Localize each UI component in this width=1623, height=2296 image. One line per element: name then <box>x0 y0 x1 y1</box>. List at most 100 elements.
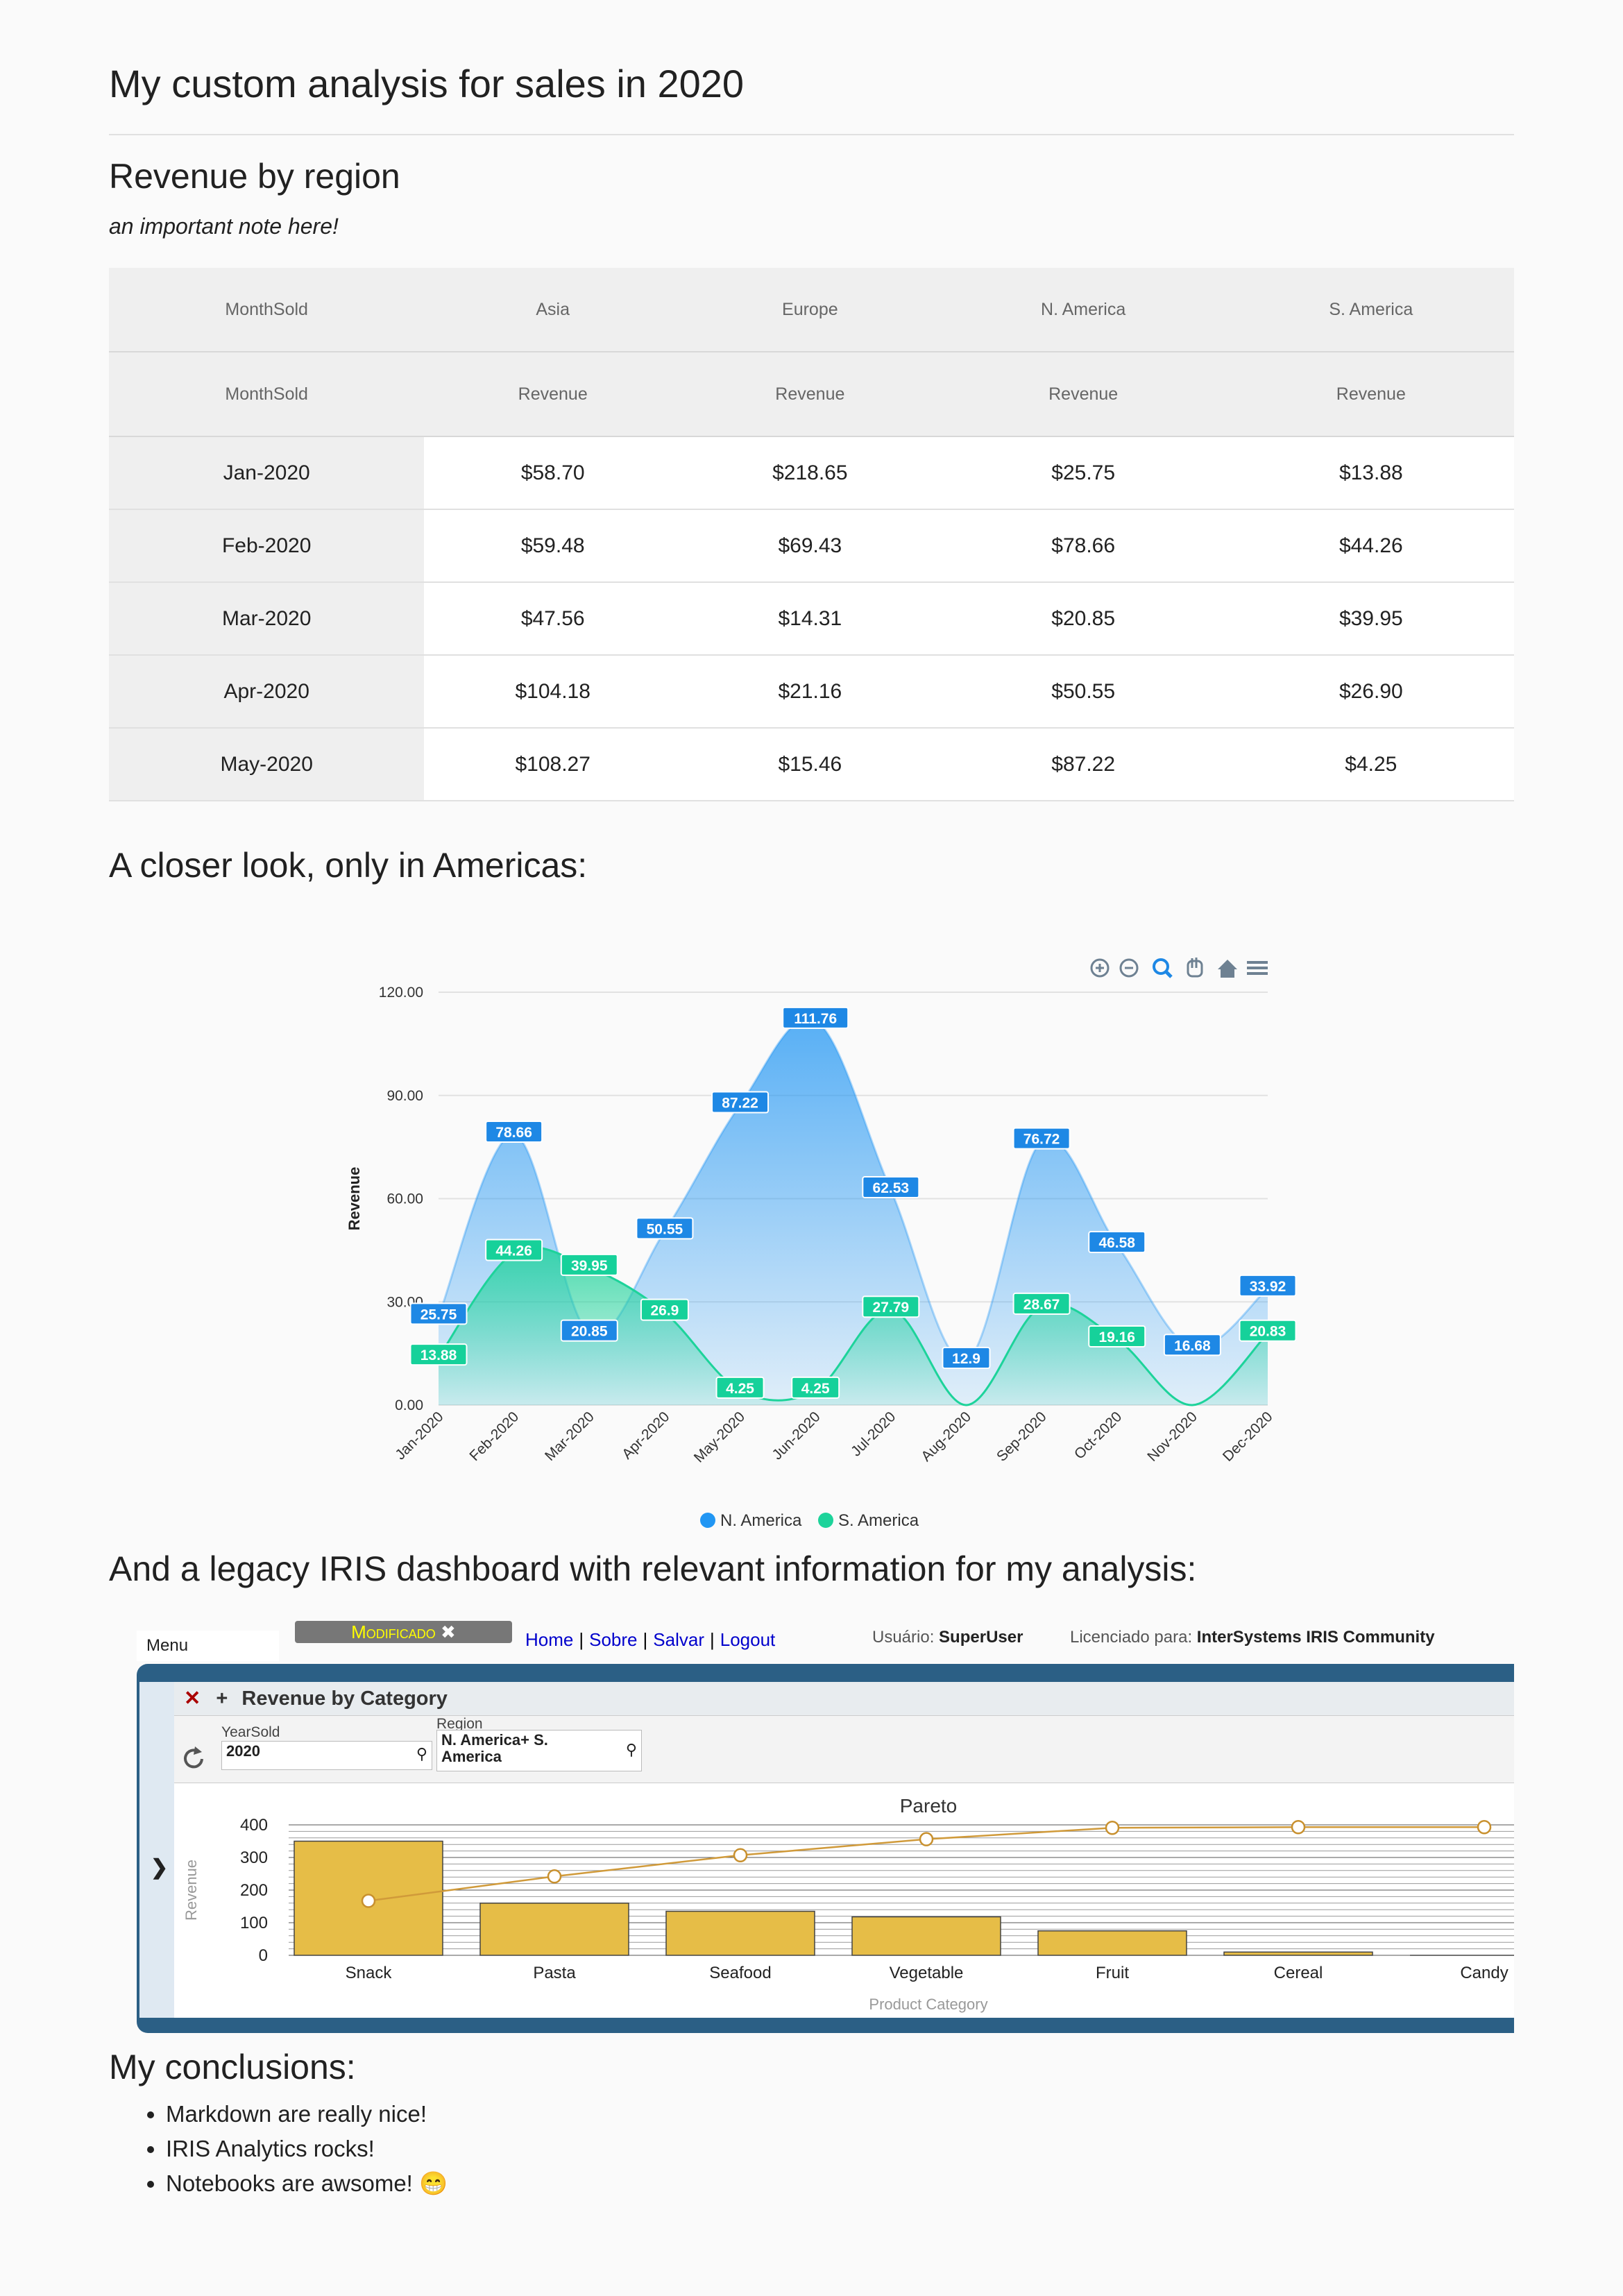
modified-badge[interactable]: Modificado ✖ <box>295 1621 512 1643</box>
table-cell: $39.95 <box>1227 582 1514 656</box>
section-heading-revenue: Revenue by region <box>109 157 400 196</box>
legend-marker <box>700 1513 715 1528</box>
cumulative-point <box>1105 1820 1120 1835</box>
table-cell: $44.26 <box>1227 509 1514 583</box>
data-label: 50.55 <box>647 1221 683 1237</box>
row-header-cell: Apr-2020 <box>109 655 425 729</box>
yearsold-filter[interactable]: 2020 ⚲ <box>221 1741 432 1770</box>
table-row: Apr-2020 $104.18 $21.16 $50.55 $26.90 <box>109 655 1514 729</box>
zoom-in-icon[interactable] <box>1090 958 1110 978</box>
table-cell: $4.25 <box>1227 728 1514 801</box>
data-label: 25.75 <box>420 1307 457 1323</box>
link-salvar[interactable]: Salvar <box>653 1629 704 1650</box>
link-home[interactable]: Home <box>525 1629 573 1650</box>
region-value: N. America+ S. America <box>441 1731 548 1765</box>
table-cell: $14.31 <box>681 582 939 656</box>
menu-button[interactable]: Menu <box>137 1631 279 1661</box>
data-label: 19.16 <box>1098 1329 1135 1345</box>
row-header-cell: May-2020 <box>109 728 425 801</box>
section-heading-americas: A closer look, only in Americas: <box>109 846 588 885</box>
column-header: Revenue <box>681 352 939 437</box>
widget-header: ✕ + Revenue by Category <box>174 1682 1514 1716</box>
modified-label: Modificado <box>351 1622 436 1642</box>
y-tick-label: 400 <box>240 1816 268 1835</box>
table-cell: $26.90 <box>1227 655 1514 729</box>
yearsold-value: 2020 <box>226 1742 260 1760</box>
table-cell: $69.43 <box>681 509 939 583</box>
license-label: Licenciado para: <box>1070 1628 1193 1647</box>
x-tick-label: Candy <box>1460 1964 1508 1982</box>
bar <box>1037 1930 1187 1956</box>
icon-shape <box>1218 960 1237 978</box>
zoom-out-icon[interactable] <box>1119 958 1139 978</box>
bar <box>1223 1951 1373 1956</box>
plus-icon[interactable]: + <box>216 1687 228 1710</box>
icon-shape <box>1164 970 1173 978</box>
data-label: 4.25 <box>726 1381 754 1397</box>
table-row: Jan-2020 $58.70 $218.65 $25.75 $13.88 <box>109 436 1514 510</box>
table-cell: $15.46 <box>681 728 939 801</box>
data-label: 13.88 <box>420 1347 457 1363</box>
data-label: 4.25 <box>801 1381 830 1397</box>
region-filter[interactable]: N. America+ S. America ⚲ <box>436 1730 642 1771</box>
note-text: an important note here! <box>109 214 339 239</box>
x-tick-label: Fruit <box>1096 1964 1129 1982</box>
row-header-cell: Feb-2020 <box>109 509 425 583</box>
user-value: SuperUser <box>939 1628 1023 1647</box>
column-header: MonthSold <box>109 352 425 437</box>
cumulative-point <box>361 1894 376 1908</box>
link-logout[interactable]: Logout <box>720 1629 776 1650</box>
x-tick-label: Cereal <box>1274 1964 1323 1982</box>
close-icon[interactable]: ✖ <box>441 1622 456 1642</box>
cumulative-point <box>1477 1820 1492 1835</box>
y-tick-label: 60.00 <box>386 1191 423 1207</box>
americas-area-chart: 0.0030.0060.0090.00120.00Revenue25.7578.… <box>346 958 1297 1530</box>
x-tick-label: Aug-2020 <box>918 1409 974 1465</box>
close-icon[interactable]: ✕ <box>184 1687 201 1710</box>
pareto-chart: Pareto 0 100 200 300 400 Revenue Snack Pasta Seaf… <box>182 1795 1514 2013</box>
nav-links: Home | Sobre | Salvar | Logout <box>525 1629 776 1650</box>
zoom-select-icon[interactable] <box>1153 958 1173 978</box>
bar <box>851 1916 1001 1956</box>
legend-label: N. America <box>720 1511 802 1530</box>
x-tick-label: Apr-2020 <box>619 1409 672 1462</box>
table-cell: $50.55 <box>938 655 1228 729</box>
x-tick-label: Snack <box>346 1964 393 1982</box>
x-tick-label: Feb-2020 <box>466 1409 522 1464</box>
pan-icon[interactable] <box>1187 958 1203 978</box>
icon-shape <box>1187 960 1203 978</box>
link-sobre[interactable]: Sobre <box>589 1629 637 1650</box>
data-label: 20.85 <box>571 1324 608 1340</box>
search-icon[interactable]: ⚲ <box>626 1742 637 1758</box>
data-label: 26.9 <box>650 1303 679 1319</box>
y-tick-label: 0 <box>259 1946 268 1965</box>
x-tick-label: Sep-2020 <box>994 1409 1050 1465</box>
data-label: 39.95 <box>571 1258 608 1274</box>
x-tick-label: May-2020 <box>691 1409 748 1465</box>
user-info: Usuário: SuperUser <box>872 1628 1023 1647</box>
widget-panel: ✕ + Revenue by Category YearSold 2020 ⚲ <box>174 1682 1514 2018</box>
search-icon[interactable]: ⚲ <box>416 1746 427 1762</box>
chart-toolbar <box>1090 958 1268 978</box>
data-label: 87.22 <box>722 1096 758 1112</box>
y-tick-label: 300 <box>240 1848 268 1867</box>
data-label: 27.79 <box>873 1300 910 1316</box>
column-header: Asia <box>424 268 682 352</box>
refresh-icon[interactable] <box>178 1744 209 1774</box>
page-title: My custom analysis for sales in 2020 <box>109 62 745 105</box>
revenue-table: MonthSold Asia Europe N. America S. Amer… <box>109 268 1514 801</box>
x-tick-label: Nov-2020 <box>1144 1409 1200 1465</box>
user-label: Usuário: <box>872 1628 935 1647</box>
cumulative-point <box>1291 1820 1306 1835</box>
x-tick-label: Mar-2020 <box>542 1409 597 1464</box>
x-axis-label: Product Category <box>869 1996 987 2013</box>
list-item: IRIS Analytics rocks! <box>166 2132 448 2166</box>
column-header: N. America <box>938 268 1228 352</box>
table-cell: $87.22 <box>938 728 1228 801</box>
table-cell: $78.66 <box>938 509 1228 583</box>
home-icon[interactable] <box>1218 960 1237 978</box>
menu-icon[interactable] <box>1247 961 1268 975</box>
chevron-right-icon[interactable]: ❯ <box>151 1855 168 1880</box>
table-cell: $47.56 <box>424 582 682 656</box>
bar <box>665 1910 815 1956</box>
